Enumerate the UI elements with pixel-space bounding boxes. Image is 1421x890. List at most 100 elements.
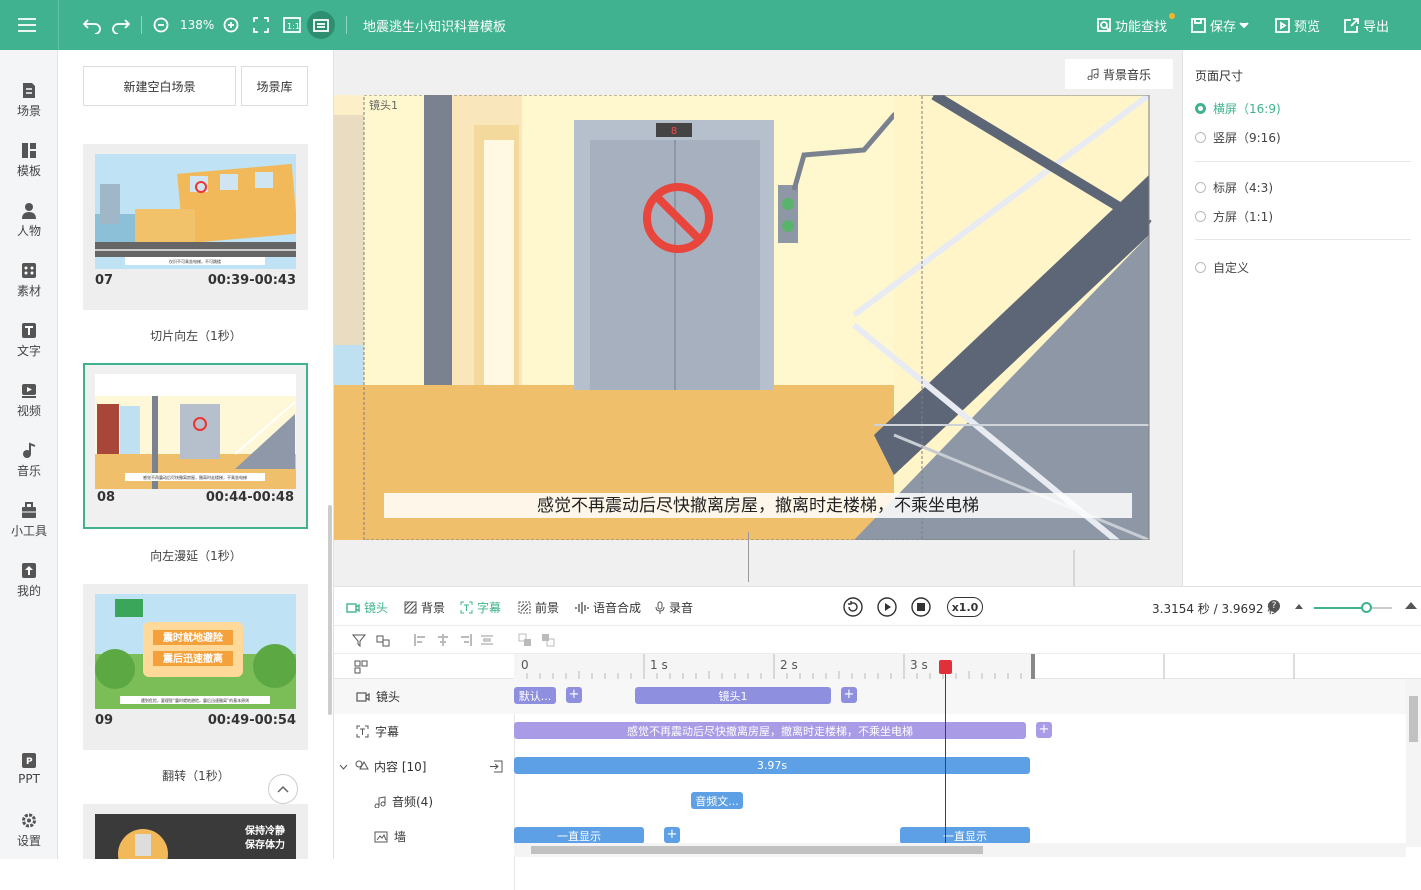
nav-video[interactable]: 视频 — [0, 382, 58, 419]
actual-size-icon[interactable]: 1:1 — [283, 0, 301, 50]
clip-subtitle[interactable]: 感觉不再震动后尽快撤离房屋，撤离时走楼梯，不乘坐电梯 — [514, 722, 1026, 739]
zoom-large-icon[interactable] — [1404, 600, 1418, 610]
clip-wall-2[interactable]: 一直显示 — [900, 827, 1030, 844]
scene-transition[interactable]: 向左漫延（1秒） — [58, 547, 333, 564]
group-icon[interactable] — [376, 633, 390, 647]
clip-content[interactable]: 3.97s — [514, 757, 1030, 774]
scene-card-10[interactable]: 保持冷静 保存体力 — [83, 804, 308, 859]
timeline-horizontal-scrollbar[interactable] — [514, 843, 1406, 857]
nav-template[interactable]: 模板 — [0, 142, 58, 179]
feature-search-button[interactable]: 功能查找 — [1097, 0, 1176, 50]
radio-label: 竖屏（9:16) — [1213, 131, 1281, 145]
subtitle-mode-icon[interactable] — [307, 0, 335, 50]
nav-person[interactable]: 人物 — [0, 202, 58, 239]
layout-icon[interactable] — [354, 660, 368, 674]
stop-button[interactable] — [911, 597, 931, 620]
scene-icon — [23, 83, 35, 98]
clip-audio[interactable]: 音频文... — [691, 792, 743, 809]
nav-material[interactable]: 素材 — [0, 262, 58, 299]
timeline-vertical-scrollbar[interactable] — [1406, 679, 1421, 847]
scene-list-scrollbar[interactable] — [328, 505, 332, 715]
track-wall[interactable]: 墙 — [334, 819, 514, 854]
help-icon[interactable]: ? — [1268, 600, 1280, 612]
clip-shot-default[interactable]: 默认... — [514, 687, 556, 704]
undo-icon[interactable] — [82, 0, 102, 50]
camera-icon — [356, 691, 370, 702]
nav-settings[interactable]: 设置 — [0, 812, 58, 849]
move-down-icon[interactable] — [541, 633, 555, 647]
fullscreen-icon[interactable] — [253, 0, 269, 50]
scene-card-07[interactable]: 仅识不可乘坐电梯，不可跳楼 07 00:39-00:43 — [83, 144, 308, 310]
scene-card-09[interactable]: 震时就地避险 震后迅速撤离 遇到危险，要理智“震时就地避险，震后迅速撤离”的基本… — [83, 584, 308, 750]
scene-artwork[interactable]: 8 镜头1 感觉不再震动后尽快撤离房屋，撤离时走楼梯，不乘坐电梯 — [334, 95, 1182, 540]
music-icon — [23, 442, 36, 458]
redo-icon[interactable] — [111, 0, 131, 50]
nav-music[interactable]: 音乐 — [0, 442, 58, 479]
zoom-out-icon[interactable] — [153, 0, 169, 50]
speed-button[interactable]: x1.0 — [947, 597, 983, 617]
zoom-in-icon[interactable] — [223, 0, 239, 50]
zoom-slider-fill — [1314, 607, 1366, 609]
tool-foreground[interactable]: 前景 — [518, 599, 559, 616]
scene-card-08[interactable]: 感觉不再震动后尽快撤离房屋，撤离时走楼梯，不乘坐电梯 08 00:44-00:4… — [83, 363, 308, 529]
radio-square-1-1[interactable]: 方屏（1:1) — [1195, 208, 1273, 225]
radio-portrait-9-16[interactable]: 竖屏（9:16) — [1195, 129, 1281, 146]
preview-button[interactable]: 预览 — [1275, 0, 1320, 50]
zoom-slider-handle[interactable] — [1361, 602, 1372, 613]
nav-text[interactable]: 文字 — [0, 322, 58, 359]
menu-icon[interactable] — [17, 0, 37, 50]
move-up-icon[interactable] — [518, 633, 532, 647]
rewind-button[interactable] — [843, 597, 863, 620]
canvas-subtitle[interactable]: 感觉不再震动后尽快撤离房屋，撤离时走楼梯，不乘坐电梯 — [537, 496, 979, 516]
clip-shot-1[interactable]: 镜头1 — [635, 687, 831, 704]
track-shot[interactable]: 镜头 — [334, 679, 514, 714]
radio-landscape-16-9[interactable]: 横屏（16:9) — [1195, 100, 1281, 117]
document-title[interactable]: 地震逃生小知识科普模板 — [363, 0, 506, 50]
track-audio[interactable]: 音频(4) — [334, 784, 514, 819]
nav-mine[interactable]: 我的 — [0, 562, 58, 599]
clip-wall-1[interactable]: 一直显示 — [514, 827, 644, 844]
distribute-icon[interactable] — [480, 633, 494, 647]
scene-library-button[interactable]: 场景库 — [241, 66, 308, 106]
align-center-icon[interactable] — [436, 633, 450, 647]
person-icon — [22, 203, 36, 219]
tool-record[interactable]: 录音 — [655, 599, 693, 616]
add-shot-button[interactable]: + — [566, 687, 582, 703]
track-subtitle[interactable]: 字幕 — [334, 714, 514, 749]
add-wall-clip-button[interactable]: + — [664, 827, 680, 843]
timeline-edit-toolbar — [334, 625, 1421, 653]
new-blank-scene-button[interactable]: 新建空白场景 — [83, 66, 236, 106]
tool-shot[interactable]: 镜头 — [346, 599, 388, 616]
nav-toolbox[interactable]: 小工具 — [0, 502, 58, 539]
add-subtitle-button[interactable]: + — [1036, 722, 1052, 738]
stop-icon — [911, 597, 931, 617]
radio-standard-4-3[interactable]: 标屏（4:3) — [1195, 179, 1273, 196]
nav-scene[interactable]: 场景 — [0, 82, 58, 119]
playhead[interactable] — [945, 660, 946, 847]
track-label: 内容 [10] — [374, 760, 427, 774]
collapse-into-icon[interactable] — [489, 760, 503, 773]
toolbox-icon — [22, 502, 36, 518]
shapes-icon — [355, 760, 369, 770]
zoom-small-icon[interactable] — [1294, 602, 1304, 610]
chevron-down-icon — [339, 764, 348, 770]
nav-music-label: 音乐 — [16, 464, 41, 478]
align-left-icon[interactable] — [414, 633, 428, 647]
tool-background[interactable]: 背景 — [404, 599, 445, 616]
radio-custom[interactable]: 自定义 — [1195, 259, 1249, 276]
add-shot-button[interactable]: + — [841, 687, 857, 703]
export-button[interactable]: 导出 — [1344, 0, 1389, 50]
play-button[interactable] — [877, 597, 897, 620]
nav-ppt[interactable]: P PPT — [0, 752, 58, 786]
filter-icon[interactable] — [352, 633, 366, 647]
track-label: 镜头 — [376, 690, 401, 704]
save-button[interactable]: 保存 — [1191, 0, 1249, 50]
tool-tts[interactable]: 语音合成 — [575, 599, 641, 616]
scroll-to-top-button[interactable] — [268, 774, 298, 804]
playhead-handle[interactable] — [939, 660, 952, 674]
track-content[interactable]: 内容 [10] — [334, 749, 514, 784]
background-music-button[interactable]: 背景音乐 — [1065, 59, 1173, 89]
align-right-icon[interactable] — [458, 633, 472, 647]
tool-subtitle[interactable]: 字幕 — [460, 599, 501, 616]
scene-transition[interactable]: 切片向左（1秒） — [58, 327, 333, 344]
